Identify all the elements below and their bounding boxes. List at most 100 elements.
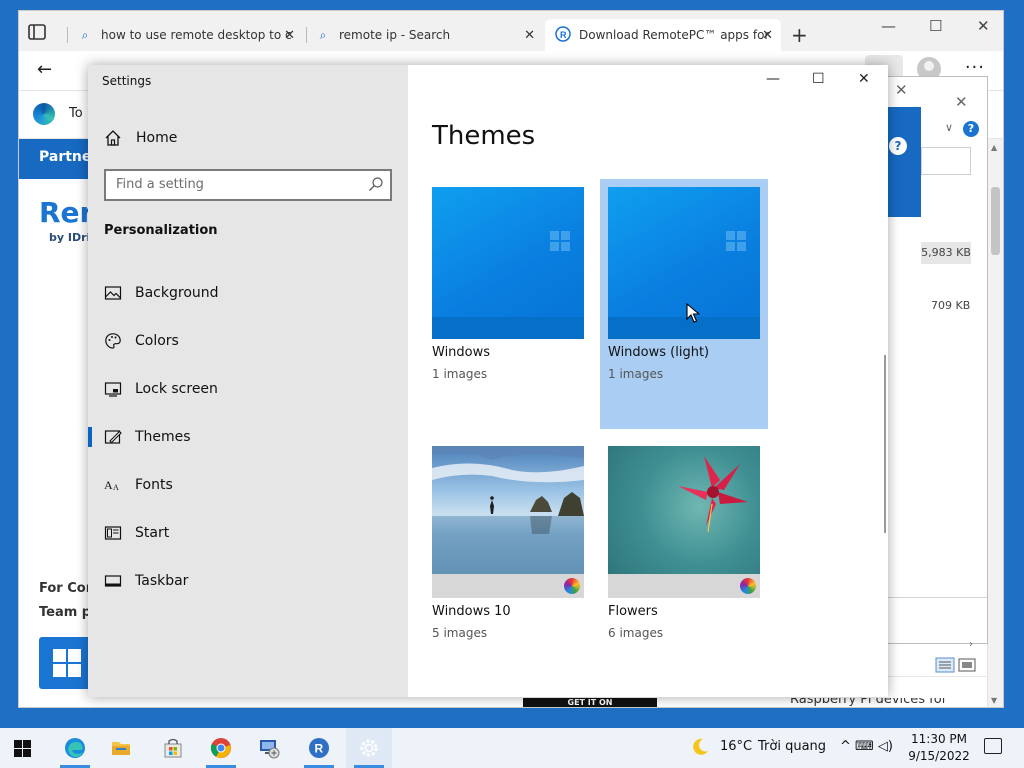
theme-preview [432,446,584,598]
minimize-icon[interactable]: — [766,71,780,87]
personalization-nav: Background Colors Lock screen Themes AA … [88,269,408,605]
taskbar-store[interactable] [150,728,196,768]
divider [885,597,987,598]
help-icon[interactable]: ? [963,121,979,137]
tab-strip: ⌕ how to use remote desktop to c ✕ ⌕ rem… [19,11,1003,51]
more-icon[interactable]: ··· [965,57,985,78]
maximize-icon[interactable]: ☐ [929,17,942,35]
minimize-icon[interactable]: — [881,17,896,35]
remotepc-icon: R [555,25,571,45]
search-icon: ⌕ [81,27,89,42]
file-size: 709 KB [931,299,971,312]
theme-tile-windows[interactable]: Windows 1 images [432,187,600,387]
tab-actions-icon[interactable] [27,23,57,45]
nav-item-fonts[interactable]: AA Fonts [88,461,408,509]
page-scrollbar[interactable]: ▲ ▼ [987,139,1003,707]
weather-condition[interactable]: Trời quang [758,739,826,754]
themes-icon [104,430,122,444]
close-tab-icon[interactable]: ✕ [524,28,535,43]
nav-item-colors[interactable]: Colors [88,317,408,365]
nav-label: Start [135,525,170,541]
weather-temperature[interactable]: 16°C [720,739,752,754]
theme-tile-flowers[interactable]: Flowers 6 images [608,446,776,646]
close-icon[interactable]: ✕ [858,71,870,87]
nav-item-background[interactable]: Background [88,269,408,317]
search-placeholder: Find a setting [116,177,204,192]
windows-logo-icon [550,231,570,251]
close-icon[interactable]: ✕ [895,81,908,99]
color-wheel-icon [740,578,756,594]
system-tray-icons[interactable]: ^ ⌨ ◁) [840,739,893,754]
home-nav-item[interactable]: Home [104,127,177,149]
taskbar-edge[interactable] [52,728,98,768]
scroll-right-icon[interactable]: › [969,639,973,650]
close-icon[interactable]: ✕ [955,93,968,111]
help-icon[interactable]: ? [889,137,907,155]
page-title: Themes [432,121,536,151]
color-wheel-icon [564,578,580,594]
tab-remotepc[interactable]: R Download RemotePC™ apps for ✕ [545,19,781,51]
new-tab-button[interactable]: + [791,25,808,45]
taskbar-chrome[interactable] [198,728,244,768]
windows-download-tile[interactable] [39,637,95,689]
edge-icon [65,738,85,758]
scroll-down-icon[interactable]: ▼ [991,696,997,705]
nav-item-start[interactable]: Start [88,509,408,557]
preview-taskbar [432,574,584,598]
preview-taskbar [432,317,584,339]
settings-sidebar: Settings Home Find a setting Personaliza… [88,65,408,697]
get-it-on-badge[interactable]: GET IT ON [523,697,657,707]
brand-logo[interactable]: Rer [39,196,93,229]
section-heading: Personalization [104,223,218,238]
fonts-icon: AA [104,478,119,492]
background-icon [104,286,122,300]
taskbar-remote-app[interactable] [246,728,292,768]
taskbar-settings[interactable] [346,728,392,768]
theme-count: 5 images [432,626,488,640]
palette-icon [105,333,121,349]
taskbar: R 16°C Trời quang ^ ⌨ ◁) 11:30 PM 9/15/2… [0,728,1024,768]
file-size: 5,983 KB [921,242,971,264]
close-tab-icon[interactable]: ✕ [762,28,773,43]
tab-label: how to use remote desktop to c [101,28,292,42]
chevron-down-icon[interactable]: ∨ [945,121,953,134]
download-dialog-strip: ? [885,107,921,217]
back-icon[interactable]: ← [37,59,52,80]
tab-remote-desktop[interactable]: ⌕ how to use remote desktop to c ✕ [77,19,303,51]
theme-tile-windows-light[interactable]: Windows (light) 1 images [600,179,768,429]
nav-label: Colors [135,333,179,349]
store-icon [164,738,182,758]
theme-name: Flowers [608,604,658,619]
theme-tile-windows-10[interactable]: Windows 10 5 images [432,446,600,646]
clock-date: 9/15/2022 [908,749,970,763]
nav-item-taskbar[interactable]: Taskbar [88,557,408,605]
notification-icon[interactable] [984,738,1002,754]
nav-label: Themes [135,429,191,445]
taskbar-remotepc[interactable]: R [296,728,342,768]
windows-logo-icon [726,231,746,251]
page-text-for: For Con Team p [39,577,95,625]
start-button[interactable] [14,740,31,757]
preview-taskbar [608,317,760,339]
theme-count: 6 images [608,626,664,640]
scroll-thumb[interactable] [991,187,1000,255]
nav-item-lock-screen[interactable]: Lock screen [88,365,408,413]
close-tab-icon[interactable]: ✕ [284,28,295,43]
home-icon [105,130,121,146]
remote-desktop-icon [260,740,280,759]
content-scrollbar[interactable] [884,355,886,533]
taskbar-file-explorer[interactable] [98,728,144,768]
search-icon: ⌕ [319,27,327,42]
download-field[interactable] [921,147,971,175]
tab-remote-ip[interactable]: ⌕ remote ip - Search ✕ [315,19,543,51]
close-icon[interactable]: ✕ [977,17,990,35]
moon-icon [693,738,708,755]
nav-item-themes[interactable]: Themes [88,413,408,461]
start-icon [104,526,122,540]
scroll-up-icon[interactable]: ▲ [991,143,997,152]
clock[interactable]: 11:30 PM 9/15/2022 [898,731,980,765]
home-label: Home [136,130,178,146]
settings-search-input[interactable]: Find a setting [104,169,392,201]
view-toggle[interactable] [935,657,979,676]
maximize-icon[interactable]: ☐ [812,71,825,87]
